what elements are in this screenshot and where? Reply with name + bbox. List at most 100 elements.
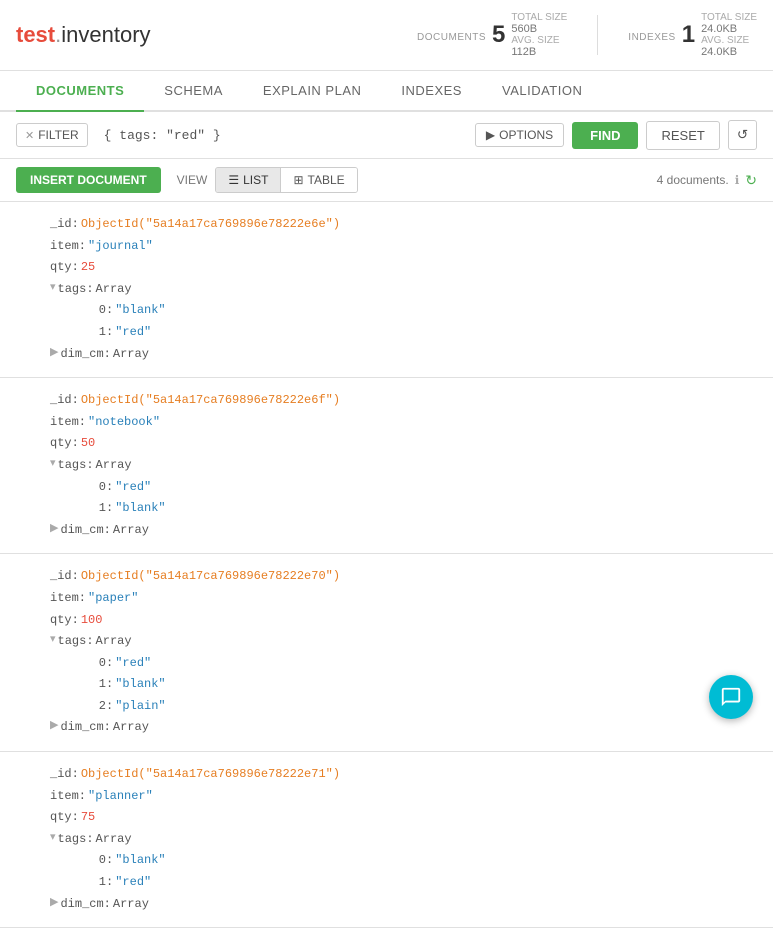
field-value-plain: Array	[96, 279, 132, 301]
tags-items: 0: "red" 1: "blank"	[50, 477, 753, 520]
field-key: 2:	[70, 696, 113, 718]
collapse-icon[interactable]: ▶	[50, 344, 58, 364]
field-value-plain: Array	[96, 455, 132, 477]
field-key: item:	[50, 786, 86, 808]
field-dim: ▶ dim_cm: Array	[50, 717, 753, 739]
field-value: "blank"	[115, 674, 165, 696]
field-value-objectid: ObjectId("5a14a17ca769896e78222e70")	[81, 566, 340, 588]
field-key: tags:	[58, 829, 94, 851]
tab-validation[interactable]: VALIDATION	[482, 71, 602, 112]
field-key: tags:	[58, 631, 94, 653]
field-id: _id: ObjectId("5a14a17ca769896e78222e6e"…	[50, 214, 753, 236]
documents-meta: TOTAL SIZE 560B AVG. SIZE 112B	[511, 12, 567, 58]
table-row: _id: ObjectId("5a14a17ca769896e78222e71"…	[0, 752, 773, 928]
field-key: item:	[50, 588, 86, 610]
field-key: tags:	[58, 455, 94, 477]
indexes-avg-size: 24.0KB	[701, 46, 757, 58]
list-item: 2: "plain"	[70, 696, 753, 718]
collapse-icon[interactable]: ▶	[50, 717, 58, 737]
info-icon[interactable]: ℹ	[735, 173, 740, 187]
field-qty: qty: 75	[50, 807, 753, 829]
collapse-icon[interactable]: ▶	[50, 520, 58, 540]
collapse-icon[interactable]: ▾	[50, 279, 56, 299]
tab-documents[interactable]: DOCUMENTS	[16, 71, 144, 112]
doc-count: 4 documents. ℹ ↻	[657, 172, 757, 189]
documents-avg-size: 112B	[511, 46, 567, 58]
tags-items: 0: "red" 1: "blank" 2: "plain"	[50, 653, 753, 718]
field-value-plain: Array	[113, 894, 149, 916]
indexes-stat: INDEXES 1 TOTAL SIZE 24.0KB AVG. SIZE 24…	[628, 12, 757, 58]
list-icon: ☰	[228, 173, 239, 187]
field-value-number: 25	[81, 257, 95, 279]
view-label: VIEW	[177, 173, 208, 187]
documents-list: _id: ObjectId("5a14a17ca769896e78222e6e"…	[0, 202, 773, 928]
field-key: 0:	[70, 300, 113, 322]
options-button[interactable]: ▶ OPTIONS	[475, 123, 564, 147]
field-value-objectid: ObjectId("5a14a17ca769896e78222e71")	[81, 764, 340, 786]
field-value: "red"	[115, 653, 151, 675]
field-dim: ▶ dim_cm: Array	[50, 894, 753, 916]
field-key: dim_cm:	[60, 894, 110, 916]
field-qty: qty: 50	[50, 433, 753, 455]
field-key: 1:	[70, 498, 113, 520]
field-key: dim_cm:	[60, 520, 110, 542]
field-id: _id: ObjectId("5a14a17ca769896e78222e6f"…	[50, 390, 753, 412]
table-row: _id: ObjectId("5a14a17ca769896e78222e6e"…	[0, 202, 773, 378]
field-key: 1:	[70, 322, 113, 344]
field-key: _id:	[50, 390, 79, 412]
field-value: "plain"	[115, 696, 165, 718]
field-key: qty:	[50, 257, 79, 279]
field-key: 0:	[70, 477, 113, 499]
list-label: LIST	[243, 173, 268, 187]
field-key: tags:	[58, 279, 94, 301]
toolbar-refresh-button[interactable]: ↺	[728, 120, 757, 150]
list-item: 1: "red"	[70, 322, 753, 344]
find-button[interactable]: FIND	[572, 122, 638, 149]
query-input[interactable]	[96, 124, 467, 147]
tab-indexes[interactable]: INDEXES	[381, 71, 482, 112]
reset-button[interactable]: RESET	[646, 121, 719, 150]
table-row: _id: ObjectId("5a14a17ca769896e78222e70"…	[0, 554, 773, 752]
view-toggle: ☰ LIST ⊞ TABLE	[215, 167, 357, 193]
field-value-number: 100	[81, 610, 103, 632]
doc-refresh-button[interactable]: ↻	[745, 172, 757, 189]
list-item: 1: "blank"	[70, 498, 753, 520]
collapse-icon[interactable]: ▾	[50, 631, 56, 651]
tabs: DOCUMENTS SCHEMA EXPLAIN PLAN INDEXES VA…	[0, 71, 773, 112]
view-table-button[interactable]: ⊞ TABLE	[280, 168, 356, 192]
field-tags: ▾ tags: Array	[50, 829, 753, 851]
field-item: item: "planner"	[50, 786, 753, 808]
table-icon: ⊞	[293, 173, 303, 187]
collapse-icon[interactable]: ▾	[50, 829, 56, 849]
logo: test.inventory	[16, 22, 151, 48]
table-row: _id: ObjectId("5a14a17ca769896e78222e6f"…	[0, 378, 773, 554]
field-value-plain: Array	[96, 829, 132, 851]
collapse-icon[interactable]: ▾	[50, 455, 56, 475]
field-key: 1:	[70, 674, 113, 696]
collapse-icon[interactable]: ▶	[50, 894, 58, 914]
field-key: 1:	[70, 872, 113, 894]
field-key: dim_cm:	[60, 717, 110, 739]
indexes-label: INDEXES	[628, 28, 675, 43]
filter-label: FILTER	[38, 128, 78, 142]
field-qty: qty: 25	[50, 257, 753, 279]
field-value: "blank"	[115, 498, 165, 520]
toolbar: ✕ FILTER ▶ OPTIONS FIND RESET ↺	[0, 112, 773, 159]
filter-button[interactable]: ✕ FILTER	[16, 123, 88, 147]
field-item: item: "journal"	[50, 236, 753, 258]
options-arrow-icon: ▶	[486, 128, 495, 142]
field-key: qty:	[50, 807, 79, 829]
tab-schema[interactable]: SCHEMA	[144, 71, 243, 112]
tab-explain-plan[interactable]: EXPLAIN PLAN	[243, 71, 382, 112]
chat-button[interactable]	[709, 675, 753, 719]
view-list-button[interactable]: ☰ LIST	[216, 168, 280, 192]
field-value: "blank"	[115, 850, 165, 872]
tags-items: 0: "blank" 1: "red"	[50, 850, 753, 893]
header-stats: DOCUMENTS 5 TOTAL SIZE 560B AVG. SIZE 11…	[417, 12, 757, 58]
doc-count-text: 4 documents.	[657, 173, 729, 187]
field-value-plain: Array	[113, 717, 149, 739]
field-value-string: "notebook"	[88, 412, 160, 434]
insert-document-button[interactable]: INSERT DOCUMENT	[16, 167, 161, 193]
field-key: 0:	[70, 653, 113, 675]
field-tags: ▾ tags: Array	[50, 455, 753, 477]
